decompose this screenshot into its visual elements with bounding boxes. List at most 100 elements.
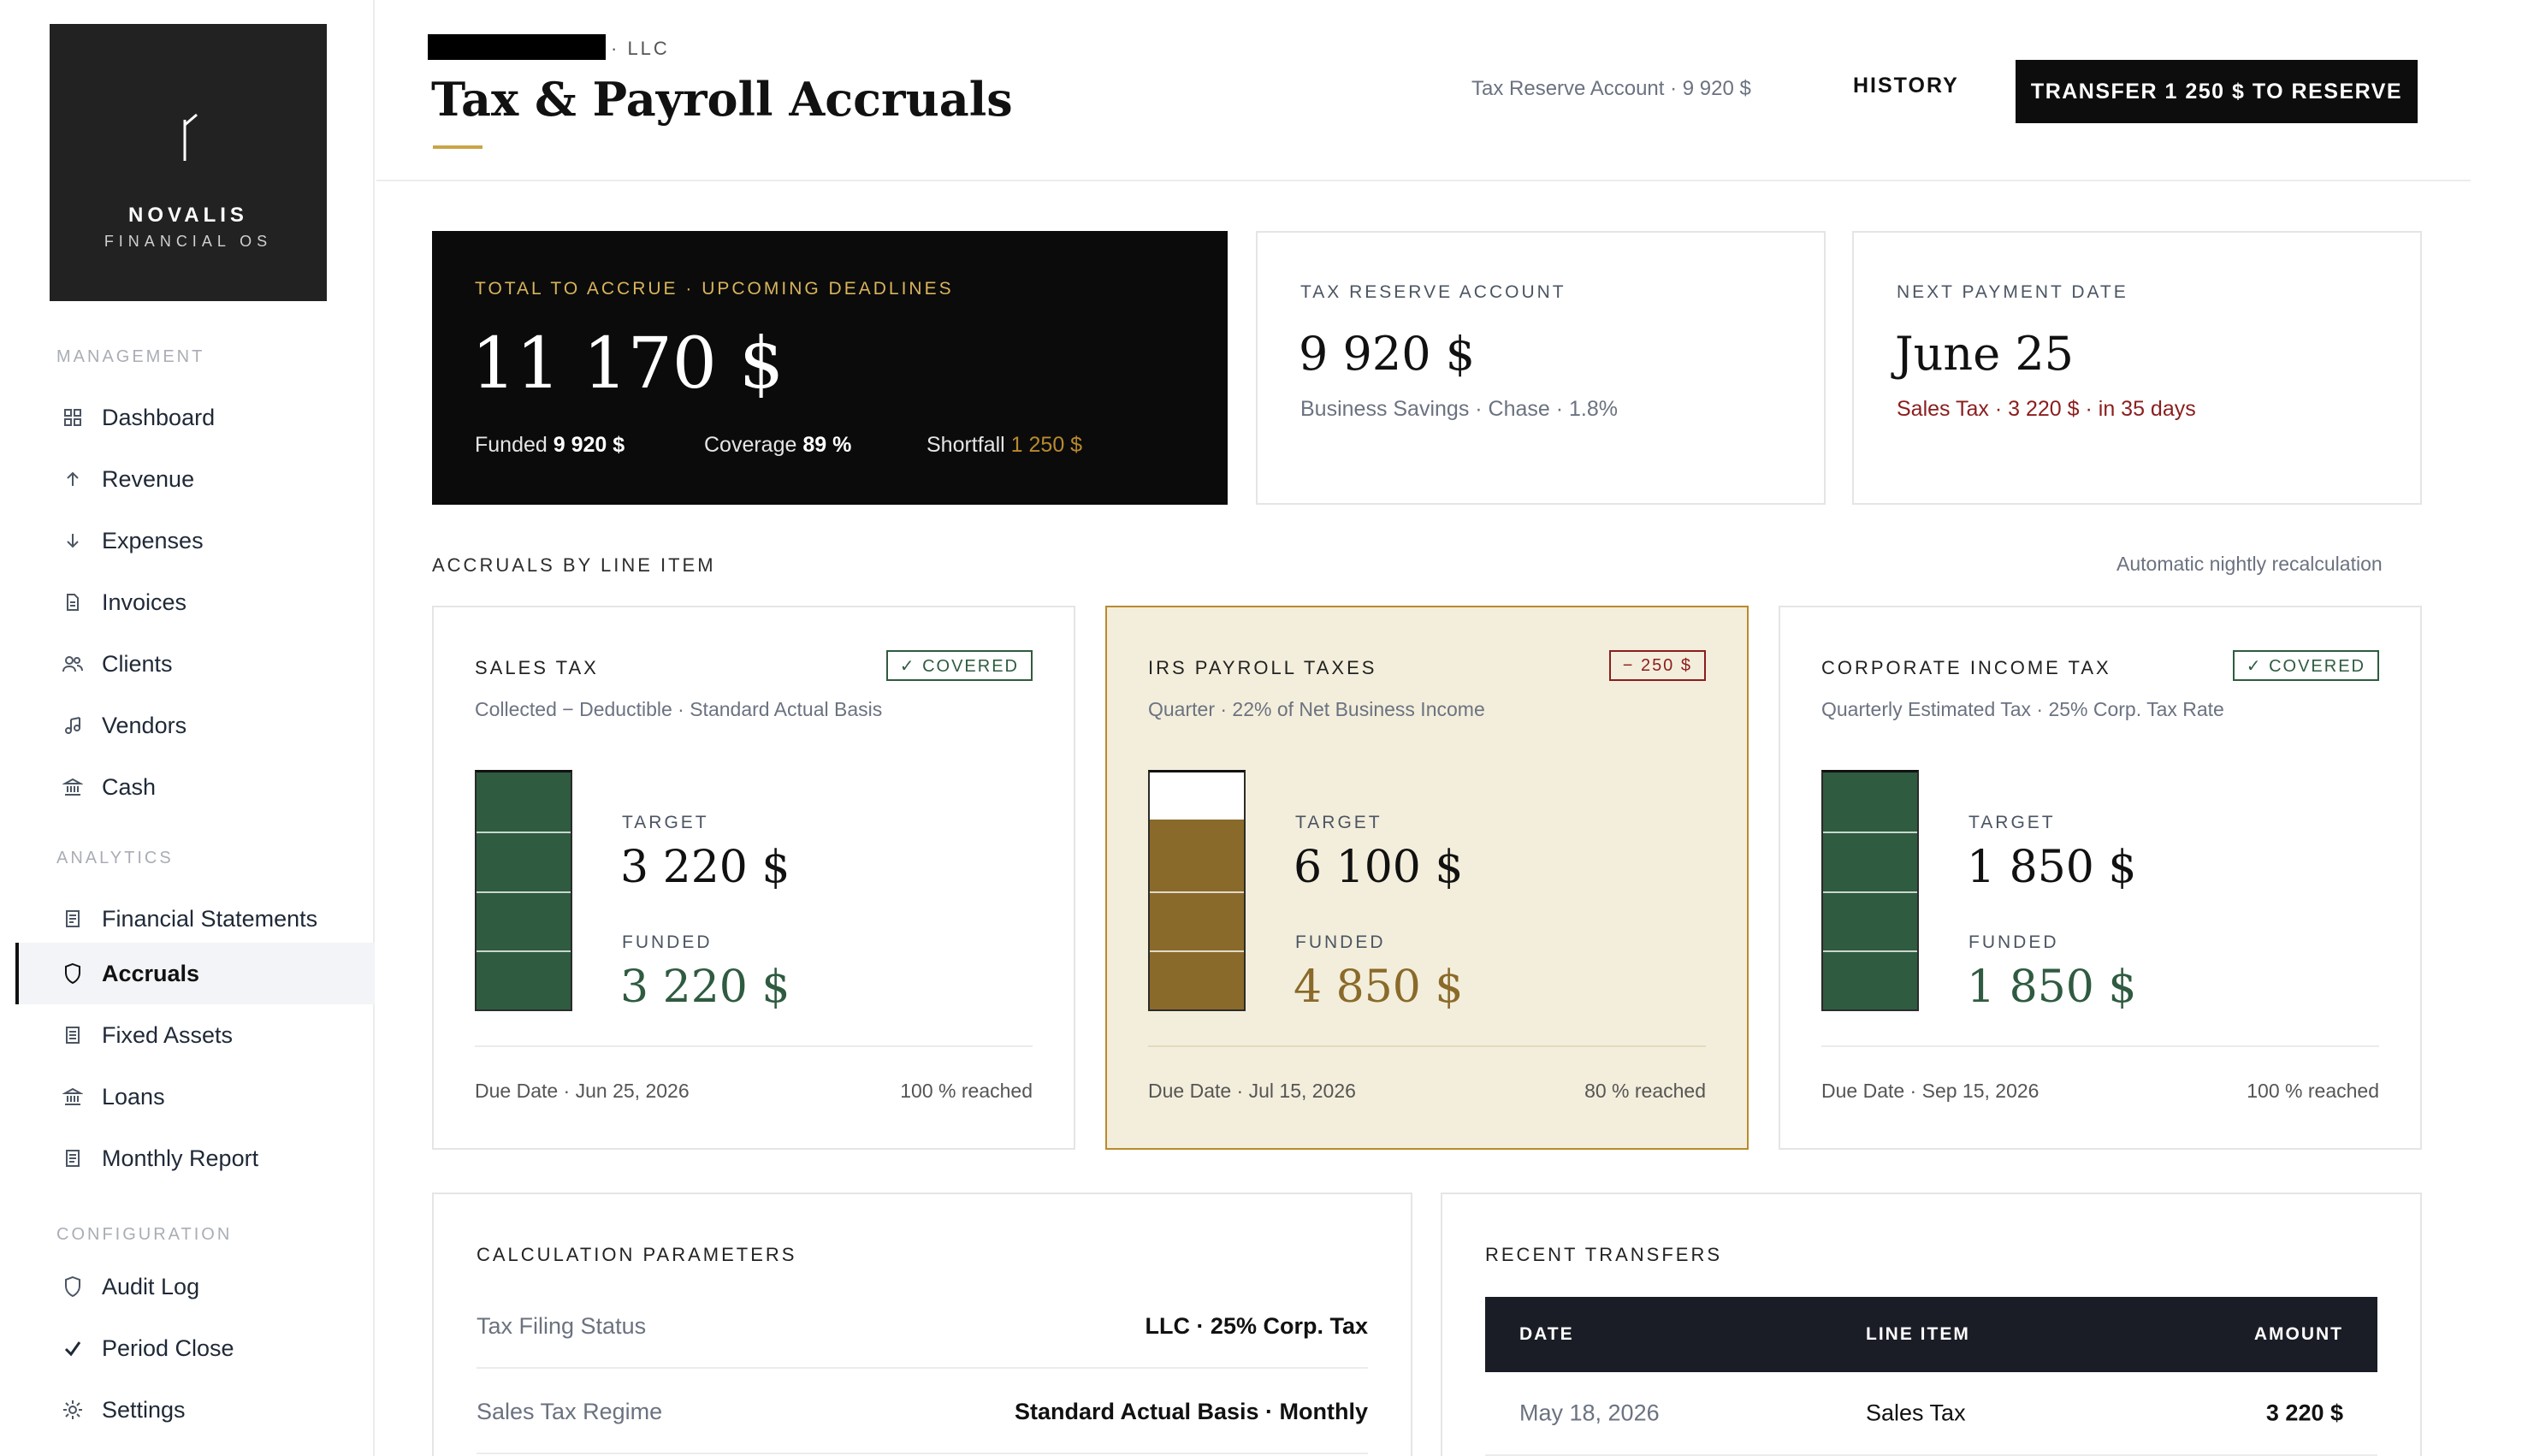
transfer-to-reserve-button[interactable]: TRANSFER 1 250 $ TO RESERVE [2016, 60, 2418, 123]
funding-gauge [1821, 770, 1919, 1011]
recalculation-note: Automatic nightly recalculation [2116, 553, 2383, 575]
grid-icon [60, 405, 86, 430]
due-date: Due Date · Jul 15, 2026 [1148, 1080, 1356, 1102]
sidebar-item-invoices[interactable]: Invoices [15, 571, 375, 633]
transfer-amount: 3 220 $ [2265, 1400, 2343, 1426]
gauge-tick [477, 832, 571, 834]
sidebar: NOVALIS FINANCIAL OS MANAGEMENT Dashboar… [0, 0, 375, 1456]
sidebar-item-label: Monthly Report [102, 1145, 259, 1171]
transfer-date: May 18, 2026 [1519, 1400, 1660, 1426]
accrual-title: SALES TAX [475, 657, 599, 678]
sidebar-item-audit-log[interactable]: Audit Log [15, 1256, 375, 1317]
sidebar-item-label: Invoices [102, 589, 187, 615]
funding-gauge [475, 770, 572, 1011]
funded-stat-label: Funded [475, 433, 548, 457]
total-accrue-amount: 11 170 $ [471, 323, 784, 405]
target-label: TARGET [1295, 813, 1382, 832]
parameter-row: Sales Tax Regime Standard Actual Basis ·… [477, 1370, 1368, 1454]
sidebar-item-loans[interactable]: Loans [15, 1066, 375, 1128]
sidebar-item-label: Clients [102, 650, 173, 677]
page-title: Tax & Payroll Accruals [431, 72, 1013, 127]
parameter-value: Standard Actual Basis · Monthly [1014, 1398, 1368, 1424]
sidebar-item-accruals[interactable]: Accruals [15, 943, 375, 1004]
next-payment-card: NEXT PAYMENT DATE June 25 Sales Tax · 3 … [1852, 231, 2422, 505]
funded-value: 4 850 $ [1294, 962, 1464, 1013]
column-header-date[interactable]: DATE [1519, 1324, 1574, 1345]
sidebar-item-dashboard[interactable]: Dashboard [15, 387, 375, 448]
accrual-card-irs-payroll-taxes[interactable]: IRS PAYROLL TAXES − 250 $ Quarter · 22% … [1105, 606, 1749, 1150]
percent-reached: 100 % reached [2247, 1080, 2379, 1102]
parameter-row: Tax Filing Status LLC · 25% Corp. Tax [477, 1285, 1368, 1369]
funded-label: FUNDED [622, 932, 713, 952]
funding-gauge [1148, 770, 1246, 1011]
funded-stat: Funded 9 920 $ [475, 433, 625, 458]
sidebar-item-label: Audit Log [102, 1273, 200, 1299]
column-header-amount[interactable]: AMOUNT [2254, 1324, 2343, 1345]
accrual-title: IRS PAYROLL TAXES [1148, 657, 1377, 678]
sidebar-item-expenses[interactable]: Expenses [15, 510, 375, 571]
target-value: 3 220 $ [620, 842, 790, 893]
sidebar-item-label: Financial Statements [102, 905, 318, 932]
card-divider [1821, 1045, 2379, 1047]
funded-label: FUNDED [1968, 932, 2059, 952]
recent-transfers-card: RECENT TRANSFERS DATE LINE ITEM AMOUNT M… [1441, 1193, 2422, 1456]
brand-logo[interactable]: NOVALIS FINANCIAL OS [50, 24, 327, 301]
history-button[interactable]: HISTORY [1853, 74, 1959, 98]
check-icon [60, 1335, 86, 1361]
shortfall-stat-value: 1 250 $ [1010, 433, 1083, 457]
sidebar-item-settings[interactable]: Settings [15, 1379, 375, 1441]
coverage-stat-label: Coverage [704, 433, 797, 457]
vendor-icon [60, 713, 86, 738]
accrual-card-corporate-income-tax[interactable]: CORPORATE INCOME TAX ✓ COVERED Quarterly… [1779, 606, 2422, 1150]
total-accrue-card: TOTAL TO ACCRUE · UPCOMING DEADLINES 11 … [432, 231, 1228, 505]
users-icon [60, 651, 86, 677]
sidebar-item-label: Vendors [102, 712, 187, 738]
redacted-entity-name [428, 34, 606, 60]
sidebar-item-vendors[interactable]: Vendors [15, 695, 375, 756]
arrow-up-icon [60, 466, 86, 492]
nav-section-configuration: CONFIGURATION [56, 1225, 233, 1244]
sidebar-item-revenue[interactable]: Revenue [15, 448, 375, 510]
parameter-label: Tax Filing Status [477, 1312, 647, 1339]
sidebar-item-period-close[interactable]: Period Close [15, 1317, 375, 1379]
funded-label: FUNDED [1295, 932, 1386, 952]
gauge-tick [1823, 832, 1917, 834]
reserve-balance-chip: Tax Reserve Account · 9 920 $ [1471, 77, 1751, 100]
gauge-tick [477, 950, 571, 952]
sidebar-item-monthly-report[interactable]: Monthly Report [15, 1128, 375, 1189]
gauge-tick [1150, 950, 1244, 952]
accrual-card-sales-tax[interactable]: SALES TAX ✓ COVERED Collected − Deductib… [432, 606, 1075, 1150]
coverage-stat-value: 89 % [802, 433, 852, 457]
table-row[interactable]: May 18, 2026 Sales Tax 3 220 $ [1485, 1372, 2377, 1456]
nav-section-management: MANAGEMENT [56, 347, 205, 366]
brand-mark-icon [183, 113, 198, 161]
sidebar-item-fixed-assets[interactable]: Fixed Assets [15, 1004, 375, 1066]
entity-suffix: · LLC [611, 38, 670, 59]
sidebar-item-label: Settings [102, 1396, 186, 1423]
shortfall-stat: Shortfall 1 250 $ [927, 433, 1082, 458]
parameter-label: Sales Tax Regime [477, 1398, 663, 1424]
accrual-description: Quarterly Estimated Tax · 25% Corp. Tax … [1821, 698, 2224, 720]
shield-icon [60, 961, 86, 986]
gauge-tick [1150, 891, 1244, 893]
tax-reserve-label: TAX RESERVE ACCOUNT [1300, 282, 1566, 302]
percent-reached: 100 % reached [900, 1080, 1033, 1102]
sidebar-item-financial-statements[interactable]: Financial Statements [15, 888, 375, 950]
calculation-parameters-card: CALCULATION PARAMETERS Tax Filing Status… [432, 1193, 1412, 1456]
sidebar-item-cash[interactable]: Cash [15, 756, 375, 818]
bank-icon [60, 1084, 86, 1110]
sidebar-item-clients[interactable]: Clients [15, 633, 375, 695]
parameter-value: LLC · 25% Corp. Tax [1145, 1312, 1368, 1339]
brand-name: NOVALIS [128, 204, 248, 227]
card-divider [1148, 1045, 1706, 1047]
gauge-tick [477, 891, 571, 893]
target-label: TARGET [622, 813, 709, 832]
next-payment-label: NEXT PAYMENT DATE [1897, 282, 2128, 302]
column-header-line-item[interactable]: LINE ITEM [1866, 1324, 1970, 1345]
sidebar-item-label: Loans [102, 1083, 165, 1110]
sidebar-item-label: Period Close [102, 1335, 234, 1361]
gauge-fill [1150, 820, 1244, 1009]
next-payment-details: Sales Tax · 3 220 $ · in 35 days [1897, 397, 2196, 421]
statement-icon [60, 906, 86, 932]
funded-stat-value: 9 920 $ [553, 433, 625, 457]
